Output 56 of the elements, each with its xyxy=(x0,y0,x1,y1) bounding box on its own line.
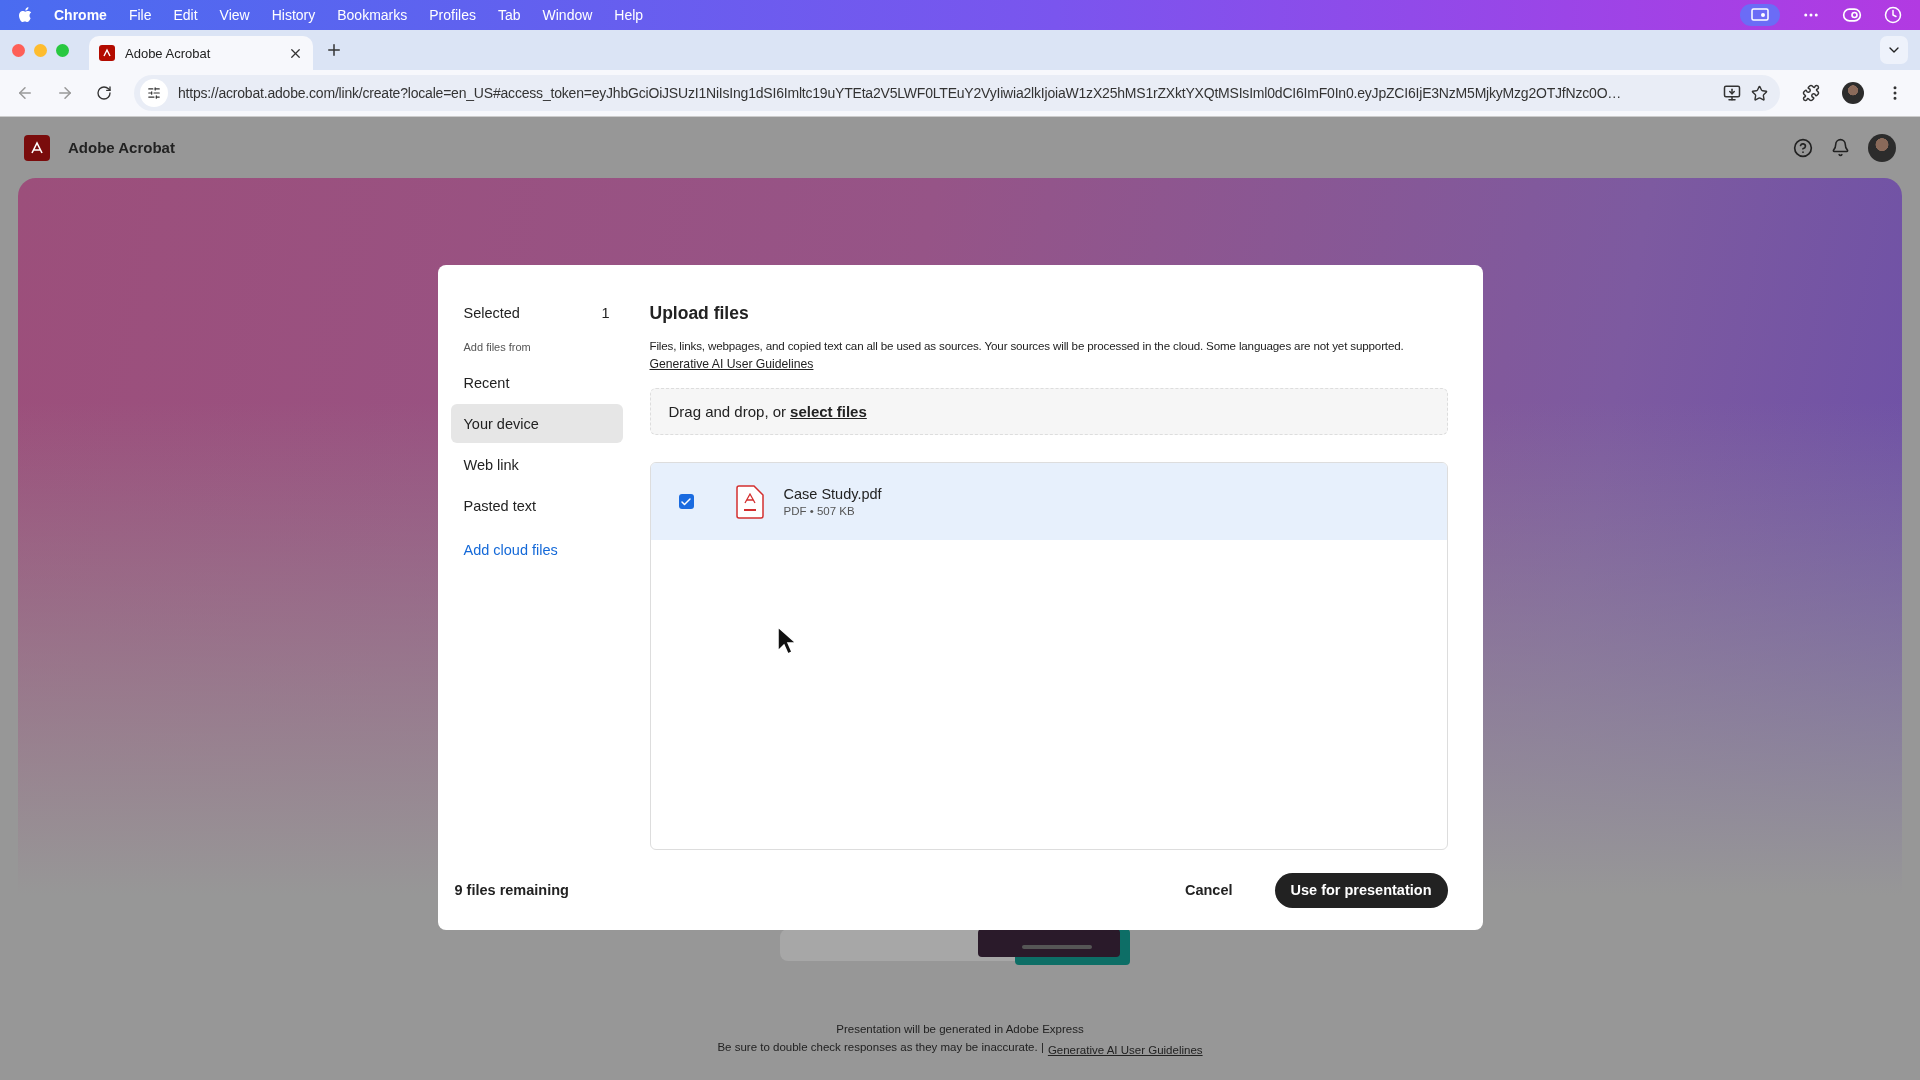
drop-zone[interactable]: Drag and drop, or select files xyxy=(649,388,1448,435)
clock-icon[interactable] xyxy=(1884,6,1902,24)
dialog-title: Upload files xyxy=(649,303,750,324)
footer-disclaimer: Be sure to double check responses as they may be inaccurate. | xyxy=(717,1041,1044,1055)
add-cloud-files-link[interactable]: Add cloud files xyxy=(450,542,623,558)
address-bar[interactable]: https://acrobat.adobe.com/link/create?locale=en_US#access_token=eyJhbGciOiJSUzI1NiIsIng1dSI6Imltc19uYTEta2V5LWF0LTEuY2VyIiwia2lkIjoiaW1zX25hMS1rZXktYXQtMSIsIml0dCI6ImF0In0.eyJpZCI6IjE3NzM5MjkyMzg2OTJfNzc0O… xyxy=(134,75,1780,111)
menu-item[interactable]: History xyxy=(271,7,316,23)
source-item[interactable]: Web link xyxy=(450,445,623,484)
user-avatar[interactable] xyxy=(1868,133,1896,162)
menu-item[interactable]: Bookmarks xyxy=(337,7,408,23)
forward-icon[interactable] xyxy=(56,84,74,102)
apple-icon xyxy=(18,7,32,23)
file-checkbox[interactable] xyxy=(678,494,694,509)
selected-label: Selected xyxy=(463,305,520,321)
cancel-button[interactable]: Cancel xyxy=(1174,874,1243,906)
help-icon[interactable] xyxy=(1793,137,1813,158)
menu-item[interactable]: Help xyxy=(614,7,644,23)
new-tab-icon[interactable] xyxy=(325,41,343,59)
acrobat-logo-icon xyxy=(24,134,50,161)
file-name: Case Study.pdf xyxy=(783,486,882,502)
menu-item[interactable]: Profiles xyxy=(429,7,476,23)
section-label: Add files from xyxy=(462,341,532,353)
file-row[interactable]: Case Study.pdf PDF • 507 KB xyxy=(650,463,1447,540)
app-title: Adobe Acrobat xyxy=(68,139,176,156)
use-for-presentation-button[interactable]: Use for presentation xyxy=(1274,872,1448,908)
menu-item[interactable]: View xyxy=(219,7,250,23)
footer-guidelines-link[interactable]: Generative AI User Guidelines xyxy=(1047,1041,1203,1060)
pdf-file-icon xyxy=(735,484,764,519)
footer-note: Presentation will be generated in Adobe Express xyxy=(836,1023,1084,1035)
menu-app-name: Chrome xyxy=(54,7,107,23)
drop-zone-text: Drag and drop, or xyxy=(668,403,787,420)
extensions-icon[interactable] xyxy=(1802,84,1820,102)
source-item[interactable]: Recent xyxy=(450,363,623,402)
browser-tab[interactable]: Adobe Acrobat xyxy=(89,36,313,70)
select-files-link[interactable]: select files xyxy=(790,403,867,420)
notifications-icon[interactable] xyxy=(1831,138,1850,157)
reload-icon[interactable] xyxy=(96,85,112,101)
menu-item[interactable]: File xyxy=(128,7,152,23)
back-icon[interactable] xyxy=(16,84,34,102)
source-item[interactable]: Your device xyxy=(450,404,623,443)
source-item[interactable]: Pasted text xyxy=(450,486,623,525)
mouse-cursor-icon xyxy=(777,626,797,656)
install-app-icon[interactable] xyxy=(1723,84,1741,102)
bookmark-icon[interactable] xyxy=(1751,84,1768,102)
profile-avatar[interactable] xyxy=(1842,82,1864,104)
menu-item[interactable]: Edit xyxy=(173,7,198,23)
menu-item[interactable]: Tab xyxy=(497,7,521,23)
file-meta: PDF • 507 KB xyxy=(783,505,856,517)
selected-count: 1 xyxy=(601,305,610,321)
menu-item[interactable]: Window xyxy=(542,7,593,23)
files-remaining: 9 files remaining xyxy=(454,882,570,898)
dialog-description: Files, links, webpages, and copied text can all be used as sources. Your sources will be processed in the cloud. Some languages are not yet supported. xyxy=(649,338,1405,354)
screen-share-icon[interactable] xyxy=(1740,4,1780,26)
pdf-logo-icon xyxy=(99,45,115,61)
site-settings-icon[interactable] xyxy=(140,79,168,107)
guidelines-link[interactable]: Generative AI User Guidelines xyxy=(649,355,814,374)
